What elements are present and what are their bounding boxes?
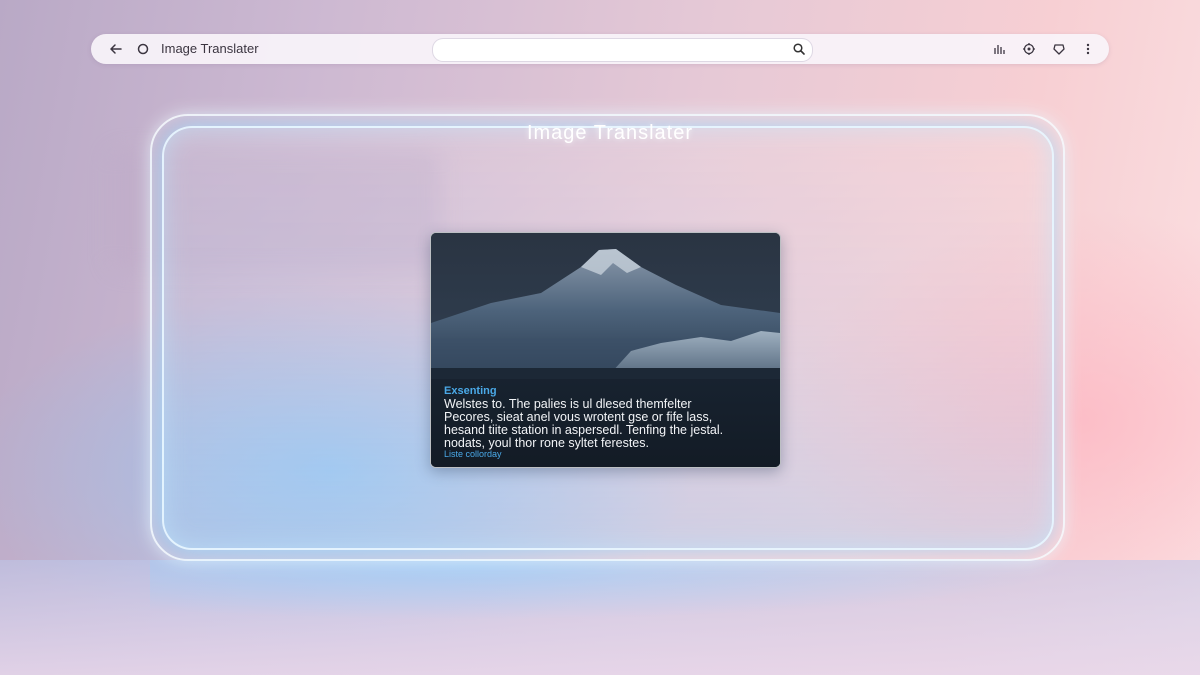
reload-icon (137, 43, 149, 55)
profile-button[interactable] (1050, 40, 1068, 58)
image-card[interactable]: Exsenting Welstes to. The palies is ul d… (430, 232, 781, 468)
more-menu-icon (1086, 43, 1090, 55)
caption-line: hesand tiite station in aspersedl. Tenfi… (444, 424, 724, 437)
window-title: Image Translater (161, 41, 259, 56)
caption-line: Pecores, sieat anel vous wrotent gse or … (444, 411, 713, 424)
extension-icon (1023, 43, 1035, 55)
caption-link[interactable]: Liste collorday (444, 449, 502, 459)
panel-title: Image Translater (526, 122, 694, 144)
chart-button[interactable] (991, 40, 1009, 58)
profile-icon (1053, 44, 1065, 55)
address-bar[interactable] (432, 38, 813, 62)
back-button[interactable] (106, 39, 126, 59)
search-icon[interactable] (792, 42, 806, 56)
floor-reflection (150, 560, 1070, 620)
chart-icon (994, 45, 1005, 54)
back-arrow-icon (110, 44, 122, 54)
reload-button[interactable] (133, 39, 153, 59)
caption-line: Welstes to. The palies is ul dlesed them… (444, 398, 692, 411)
address-input[interactable] (443, 41, 787, 59)
caption-body: Welstes to. The palies is ul dlesed them… (444, 398, 774, 450)
browser-toolbar: Image Translater (91, 34, 1109, 64)
extension-button[interactable] (1020, 40, 1038, 58)
caption-overlay: Exsenting Welstes to. The palies is ul d… (431, 379, 780, 467)
more-menu-button[interactable] (1079, 40, 1097, 58)
caption-heading: Exsenting (444, 385, 497, 397)
